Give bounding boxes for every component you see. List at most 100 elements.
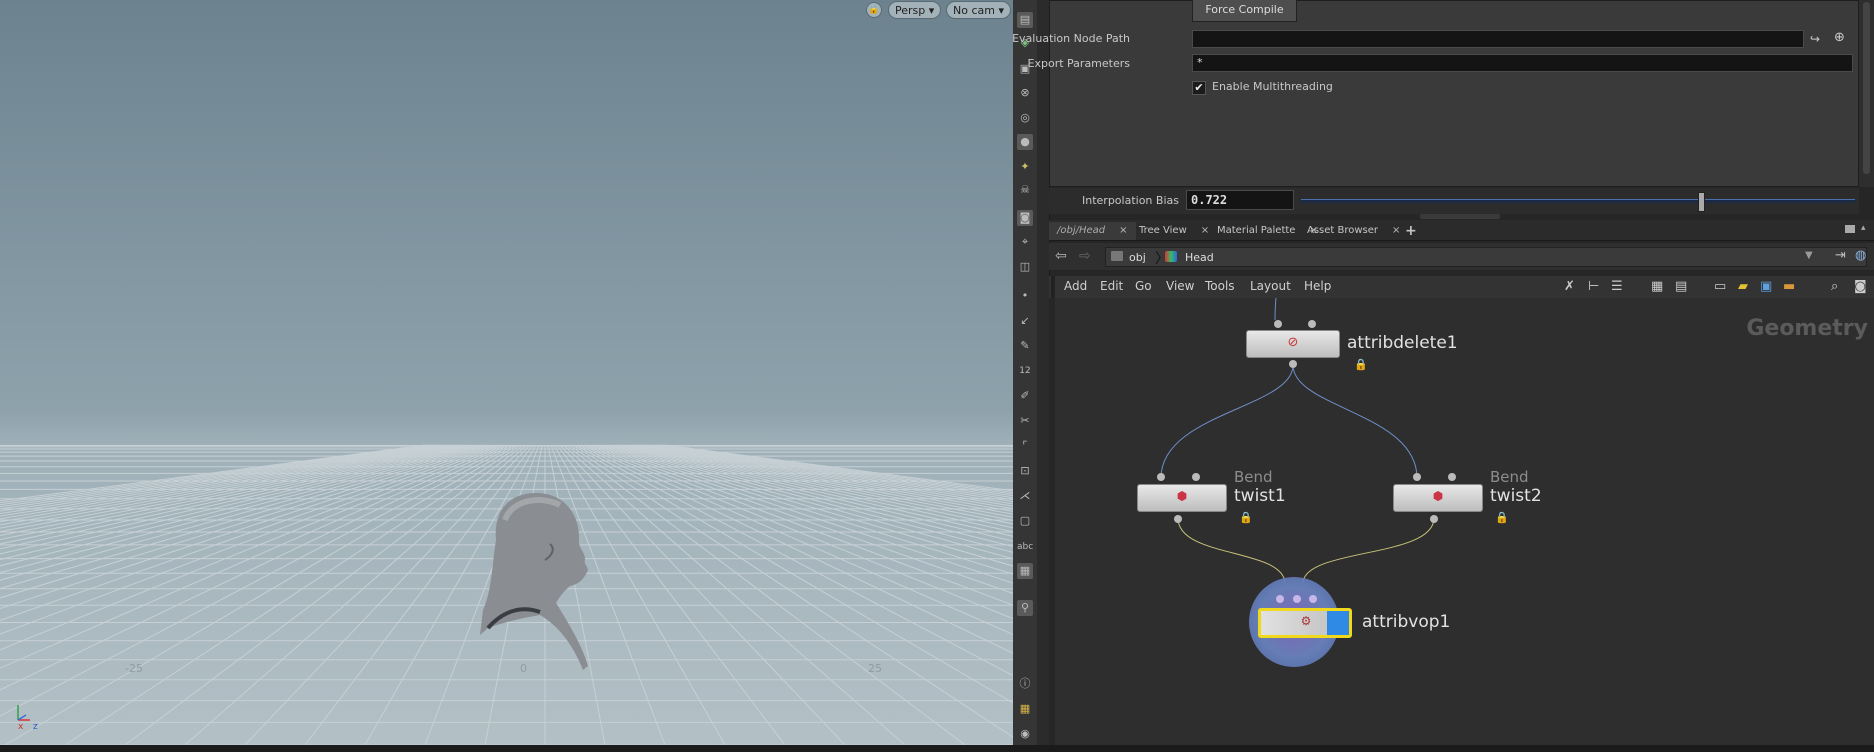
input-port[interactable]: [1293, 595, 1301, 603]
snapshot-icon[interactable]: ◫: [1017, 259, 1033, 275]
pin-pane-icon[interactable]: ⇥: [1835, 248, 1846, 263]
zoom-icon[interactable]: ⌕: [1831, 279, 1838, 294]
menu-edit[interactable]: Edit: [1100, 279, 1123, 293]
list-icon[interactable]: ☰: [1611, 279, 1623, 294]
brush-icon[interactable]: ✐: [1017, 388, 1033, 404]
sticky-note-icon[interactable]: ▰: [1738, 279, 1748, 294]
tab-tree-view[interactable]: Tree View ×: [1131, 222, 1217, 240]
menu-help[interactable]: Help: [1304, 279, 1331, 293]
viewport-grid: -25 0 25 x z: [0, 444, 1013, 745]
camera-menu-button[interactable]: No cam ▾: [946, 1, 1011, 19]
node-twist2[interactable]: ⬢: [1393, 484, 1483, 512]
point-numbers-icon[interactable]: 12: [1017, 363, 1033, 379]
path-field[interactable]: [1105, 247, 1867, 267]
geo-node-icon: [1165, 251, 1177, 262]
path-dropdown-icon[interactable]: ▼: [1805, 250, 1813, 261]
menu-go[interactable]: Go: [1135, 279, 1152, 293]
input-port[interactable]: [1308, 320, 1316, 328]
tab-obj-head[interactable]: /obj/Head ×: [1049, 222, 1136, 240]
persp-menu-button[interactable]: Persp ▾: [888, 1, 942, 19]
node-chooser-icon[interactable]: ⊕: [1834, 30, 1845, 45]
network-editor[interactable]: Geometry ⊘ attribdelete1 🔒 ⬢ Bend twist1…: [1049, 298, 1874, 745]
forward-arrow-icon[interactable]: ⇨: [1079, 248, 1091, 264]
interp-bias-field[interactable]: 0.722: [1186, 190, 1294, 210]
path-root[interactable]: obj: [1129, 251, 1146, 264]
ghost-icon[interactable]: ⊗: [1017, 85, 1033, 101]
slider-handle[interactable]: [1697, 192, 1705, 212]
add-tab-button[interactable]: +: [1397, 222, 1425, 240]
menu-tools[interactable]: Tools: [1205, 279, 1235, 293]
path-node[interactable]: Head: [1185, 251, 1214, 264]
input-port[interactable]: [1413, 473, 1421, 481]
viewport-layout-icon[interactable]: ▦: [1017, 563, 1033, 579]
parameter-pane: [1049, 0, 1859, 187]
multithreading-checkbox[interactable]: ✔: [1192, 81, 1206, 95]
pin-icon[interactable]: ⚲: [1017, 600, 1033, 616]
node-twist1[interactable]: ⬢: [1137, 484, 1227, 512]
lock-view-icon[interactable]: 🔒: [866, 2, 882, 18]
tab-label: /obj/Head: [1057, 225, 1106, 236]
jump-icon[interactable]: ↪: [1810, 32, 1820, 46]
point-icon[interactable]: •: [1017, 288, 1033, 304]
node-lock-icon[interactable]: 🔒: [1239, 511, 1253, 524]
back-arrow-icon[interactable]: ⇦: [1055, 248, 1067, 264]
grid-view-icon[interactable]: ▦: [1651, 279, 1663, 294]
bend-icon: ⬢: [1176, 489, 1188, 503]
menu-add[interactable]: Add: [1064, 279, 1087, 293]
export-params-field[interactable]: *: [1192, 54, 1853, 72]
normal-icon[interactable]: ↙: [1017, 313, 1033, 329]
headlight-icon[interactable]: ✦: [1017, 159, 1033, 175]
input-port[interactable]: [1448, 473, 1456, 481]
preview-icon[interactable]: ◙: [1854, 279, 1867, 294]
pen-icon[interactable]: ✎: [1017, 338, 1033, 354]
node-attribvop1[interactable]: ⚙: [1258, 608, 1352, 638]
pane-arrow-icon[interactable]: ▴: [1861, 223, 1866, 233]
output-port[interactable]: [1289, 360, 1297, 368]
cut-icon[interactable]: ✂: [1017, 413, 1033, 429]
input-port[interactable]: [1276, 595, 1284, 603]
menu-view[interactable]: View: [1166, 279, 1194, 293]
link-icon[interactable]: ◍: [1855, 248, 1866, 263]
node-lock-icon[interactable]: 🔒: [1495, 511, 1509, 524]
box-icon[interactable]: ▬: [1783, 279, 1795, 294]
edge-icon[interactable]: ⋌: [1017, 488, 1033, 504]
camera-icon[interactable]: ◙: [1017, 210, 1033, 226]
background-image-icon[interactable]: ▭: [1714, 279, 1726, 294]
input-port[interactable]: [1274, 320, 1282, 328]
output-port[interactable]: [1430, 515, 1438, 523]
corner-icon[interactable]: ⌜: [1017, 438, 1033, 454]
3d-viewport[interactable]: -25 0 25 x z 🔒 Persp ▾ No cam ▾: [0, 0, 1013, 745]
display-options-icon[interactable]: ▤: [1017, 12, 1033, 28]
menu-layout[interactable]: Layout: [1250, 279, 1291, 293]
input-port[interactable]: [1192, 473, 1200, 481]
force-compile-button[interactable]: Force Compile: [1192, 0, 1297, 22]
detail-view-icon[interactable]: ▤: [1675, 279, 1687, 294]
image-icon[interactable]: ▣: [1760, 279, 1772, 294]
eye-icon[interactable]: ◉: [1017, 726, 1033, 742]
tools-icon[interactable]: ✗: [1564, 279, 1575, 294]
uv-icon[interactable]: ▢: [1017, 513, 1033, 529]
node-lock-icon[interactable]: 🔒: [1354, 358, 1368, 371]
shading-icon[interactable]: ◎: [1017, 110, 1033, 126]
pane-resize-handle[interactable]: [1420, 214, 1500, 219]
input-port[interactable]: [1309, 595, 1317, 603]
light-icon[interactable]: ●: [1017, 134, 1033, 150]
transform-icon[interactable]: ⊡: [1017, 463, 1033, 479]
info-icon[interactable]: ⓘ: [1017, 676, 1033, 692]
parameter-scrollbar[interactable]: [1859, 0, 1874, 187]
pane-menu-icon[interactable]: [1845, 225, 1855, 233]
visualize-icon[interactable]: ⌖: [1017, 234, 1033, 250]
grid-layout-icon[interactable]: ▦: [1017, 701, 1033, 717]
network-tab-bar: /obj/Head × Tree View × Material Palette × …: [1049, 220, 1874, 241]
close-icon[interactable]: ×: [1201, 225, 1209, 236]
input-port[interactable]: [1157, 473, 1165, 481]
output-port[interactable]: [1174, 515, 1182, 523]
interp-bias-slider[interactable]: [1301, 192, 1855, 212]
text-tool-icon[interactable]: abc: [1017, 539, 1033, 555]
node-attribdelete1[interactable]: ⊘: [1246, 330, 1340, 358]
close-icon[interactable]: ×: [1119, 225, 1127, 236]
tree-icon[interactable]: ⊢: [1588, 279, 1599, 294]
tab-asset-browser[interactable]: Asset Browser ×: [1299, 222, 1408, 240]
eval-path-field[interactable]: [1192, 30, 1804, 48]
skeleton-icon[interactable]: ☠: [1017, 182, 1033, 198]
